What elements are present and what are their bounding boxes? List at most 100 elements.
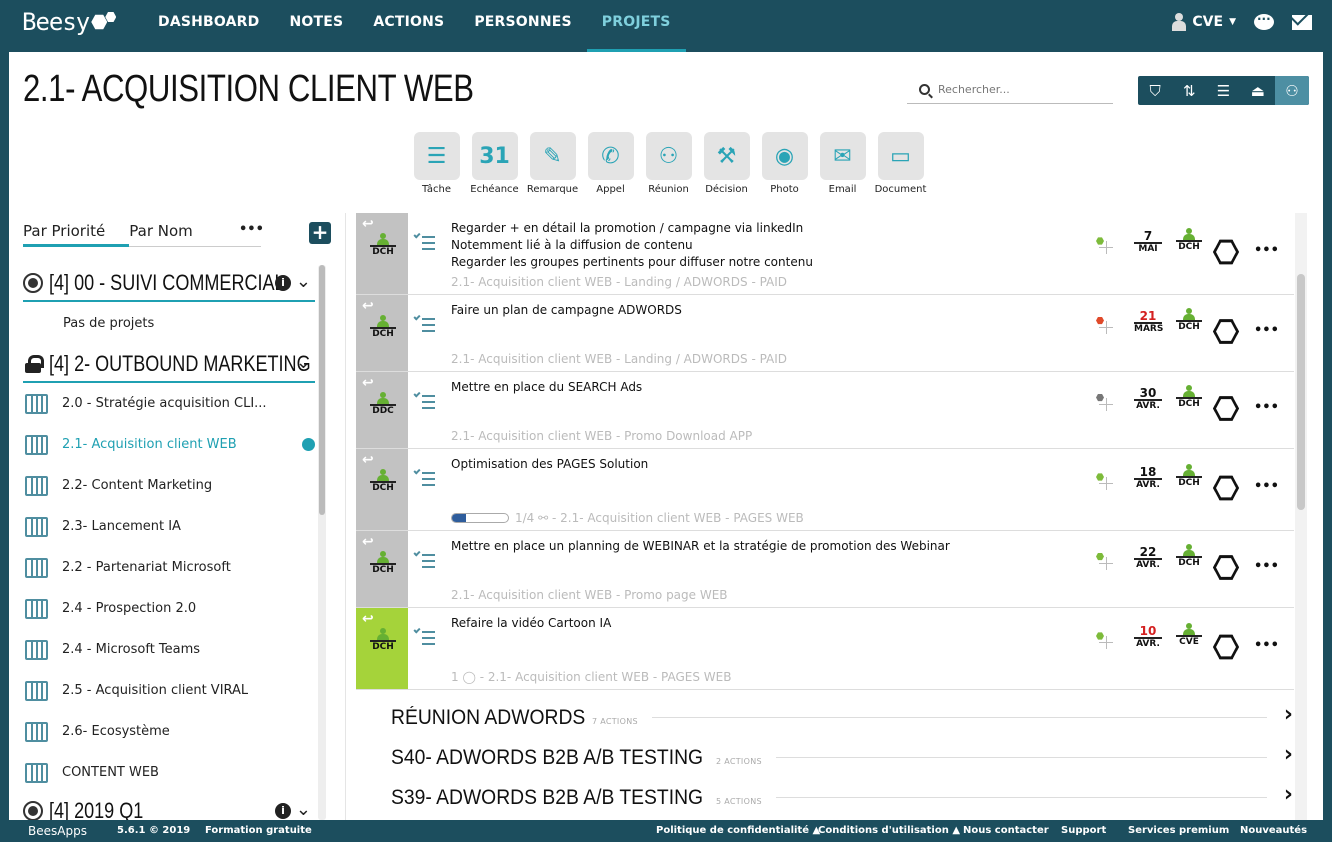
action-status-bar[interactable]: ↩ DCH: [356, 213, 408, 294]
action-status-bar[interactable]: ↩ DCH: [356, 449, 408, 530]
footer-premium-link[interactable]: Services premium: [1128, 825, 1229, 836]
nav-notes[interactable]: NOTES: [275, 0, 359, 52]
status-hexagon-icon[interactable]: [1213, 319, 1239, 344]
meeting-group-row[interactable]: S39- ADWORDS B2B A/B TESTING 5 ACTIONS ›: [391, 778, 1293, 818]
more-options-icon[interactable]: •••: [1254, 559, 1279, 574]
sidebar-project-item[interactable]: 2.2- Content Marketing: [23, 465, 315, 506]
footer-logo[interactable]: BeesApps: [28, 824, 87, 838]
more-options-icon[interactable]: •••: [1254, 400, 1279, 415]
action-type-4[interactable]: ⚇ Réunion: [645, 132, 692, 195]
action-owner[interactable]: DCH: [1176, 384, 1202, 410]
action-row[interactable]: ↩ DCH Mettre en place un planning de WEBIN…: [356, 531, 1294, 608]
action-type-6[interactable]: ◉ Photo: [761, 132, 808, 195]
gavel-icon[interactable]: ⚒: [703, 132, 750, 180]
action-title[interactable]: Regarder + en détail la promotion / camp…: [451, 220, 813, 271]
action-type-5[interactable]: ⚒ Décision: [703, 132, 750, 195]
sidebar-project-item[interactable]: 2.1- Acquisition client WEB: [23, 424, 315, 465]
meeting-icon[interactable]: ⚇: [645, 132, 692, 180]
action-title[interactable]: Refaire la vidéo Cartoon IA: [451, 615, 611, 632]
camera-icon[interactable]: ◉: [761, 132, 808, 180]
reply-arrow-icon[interactable]: ↩: [362, 611, 374, 627]
tab-par-nom[interactable]: Par Nom: [129, 222, 217, 246]
action-owner[interactable]: DCH: [1176, 543, 1202, 569]
sidebar-project-item[interactable]: 2.4 - Microsoft Teams: [23, 629, 315, 670]
action-status-bar[interactable]: ↩ DDC: [356, 372, 408, 448]
people-icon[interactable]: ⚇: [1274, 76, 1309, 105]
nav-dashboard[interactable]: DASHBOARD: [143, 0, 275, 52]
status-hexagon-icon[interactable]: [1213, 634, 1239, 660]
reply-arrow-icon[interactable]: ↩: [362, 298, 374, 314]
more-options-icon[interactable]: •••: [1254, 479, 1279, 494]
due-date[interactable]: 18 AVR.: [1134, 466, 1162, 491]
action-title[interactable]: Faire un plan de campagne ADWORDS: [451, 302, 682, 319]
chevron-right-icon[interactable]: ›: [1284, 782, 1293, 807]
action-row[interactable]: ↩ DDC Mettre en place du SEARCH Ads 2.1- Ac…: [356, 372, 1294, 449]
sort-icon[interactable]: ⇅: [1172, 76, 1206, 105]
status-hexagon-icon[interactable]: [1213, 239, 1239, 265]
reply-arrow-icon[interactable]: ↩: [362, 452, 374, 468]
nav-projets[interactable]: PROJETS: [586, 0, 686, 52]
action-type-2[interactable]: ✎ Remarque: [527, 132, 578, 195]
sidebar-project-item[interactable]: 2.0 - Stratégie acquisition CLI...: [23, 383, 315, 424]
footer-training-link[interactable]: Formation gratuite: [205, 825, 312, 836]
action-status-bar[interactable]: ↩ DCH: [356, 608, 408, 689]
chevron-down-icon[interactable]: ⌄: [296, 271, 311, 292]
meeting-group-row[interactable]: S40- ADWORDS B2B A/B TESTING 2 ACTIONS ›: [391, 738, 1293, 778]
info-icon[interactable]: i: [275, 275, 291, 291]
sidebar-project-item[interactable]: 2.6- Ecosystème: [23, 711, 315, 752]
document-icon[interactable]: ▭: [877, 132, 924, 180]
status-hexagon-icon[interactable]: [1213, 475, 1239, 501]
action-type-0[interactable]: ☰ Tâche: [413, 132, 460, 195]
action-type-1[interactable]: 31 Echéance: [470, 132, 519, 195]
filter-sliders-icon[interactable]: ☰: [1206, 76, 1240, 105]
reply-arrow-icon[interactable]: ↩: [362, 534, 374, 550]
project-group-header[interactable]: [4] 2019 Q1 i ⌄: [23, 793, 315, 820]
action-owner[interactable]: DCH: [1176, 228, 1202, 253]
meeting-group-row[interactable]: RÉUNION ADWORDS 7 ACTIONS ›: [391, 698, 1293, 738]
chevron-down-icon[interactable]: ⌄: [296, 799, 311, 820]
action-status-bar[interactable]: ↩ DCH: [356, 531, 408, 607]
project-group-header[interactable]: [4] 2- OUTBOUND MARKETING ⌄: [23, 346, 315, 383]
more-options-icon[interactable]: •••: [1254, 243, 1279, 258]
chevron-down-icon[interactable]: ⌄: [296, 352, 311, 373]
tab-par-priorite[interactable]: Par Priorité: [23, 222, 130, 247]
envelope-icon[interactable]: ✉: [819, 132, 866, 180]
check-shield-icon[interactable]: ⛉: [1138, 76, 1172, 105]
pen-icon[interactable]: ✎: [529, 132, 576, 180]
reply-arrow-icon[interactable]: ↩: [362, 375, 374, 391]
action-status-bar[interactable]: ↩ DCH: [356, 295, 408, 371]
due-date[interactable]: 30 AVR.: [1134, 387, 1162, 412]
due-date[interactable]: 21 MARS: [1134, 310, 1163, 335]
reply-arrow-icon[interactable]: ↩: [362, 216, 374, 232]
sidebar-scrollbar[interactable]: [319, 265, 325, 515]
action-type-7[interactable]: ✉ Email: [819, 132, 866, 195]
sidebar-project-item[interactable]: 2.4 - Prospection 2.0: [23, 588, 315, 629]
info-icon[interactable]: i: [275, 803, 291, 819]
sort-more-button[interactable]: •••: [239, 222, 264, 237]
calendar-icon[interactable]: 31: [471, 132, 518, 180]
action-owner[interactable]: CVE: [1176, 623, 1202, 648]
priority-icon[interactable]: [1096, 393, 1114, 412]
add-project-button[interactable]: +: [309, 222, 331, 244]
chevron-right-icon[interactable]: ›: [1284, 702, 1293, 727]
status-hexagon-icon[interactable]: [1213, 555, 1239, 580]
nav-personnes[interactable]: PERSONNES: [459, 0, 586, 52]
action-row[interactable]: ↩ DCH Optimisation des PAGES Solution 1/4 ⚯…: [356, 449, 1294, 531]
priority-icon[interactable]: [1096, 552, 1114, 571]
user-menu[interactable]: CVE ▼: [1172, 13, 1236, 31]
chat-icon[interactable]: [1254, 12, 1274, 30]
nav-actions[interactable]: ACTIONS: [358, 0, 459, 52]
phone-icon[interactable]: ✆: [587, 132, 634, 180]
action-title[interactable]: Optimisation des PAGES Solution: [451, 456, 648, 473]
sidebar-project-item[interactable]: 2.2 - Partenariat Microsoft: [23, 547, 315, 588]
search-box[interactable]: [907, 76, 1113, 104]
sidebar-project-item[interactable]: 2.5 - Acquisition client VIRAL: [23, 670, 315, 711]
priority-icon[interactable]: [1096, 316, 1114, 335]
sidebar-project-item[interactable]: CONTENT WEB: [23, 752, 315, 793]
priority-icon[interactable]: [1096, 237, 1114, 255]
action-owner[interactable]: DCH: [1176, 464, 1202, 489]
footer-news-link[interactable]: Nouveautés: [1240, 825, 1307, 836]
action-row[interactable]: ↩ DCH Regarder + en détail la promotion / …: [356, 213, 1294, 295]
action-type-3[interactable]: ✆ Appel: [587, 132, 634, 195]
more-options-icon[interactable]: •••: [1254, 323, 1279, 338]
